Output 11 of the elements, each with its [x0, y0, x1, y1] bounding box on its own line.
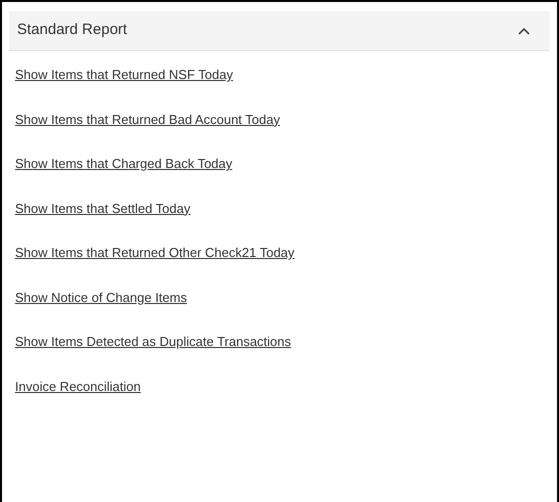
report-link[interactable]: Show Items that Charged Back Today — [15, 155, 232, 172]
panel-title: Standard Report — [17, 20, 128, 40]
report-link[interactable]: Show Items that Returned Bad Account Today — [15, 110, 280, 128]
report-link[interactable]: Show Items that Settled Today — [15, 200, 190, 216]
report-link[interactable]: Show Notice of Change Items — [15, 288, 187, 306]
report-link[interactable]: Invoice Reconciliation — [15, 378, 141, 394]
report-link[interactable]: Show Items that Returned Other Check21 Today — [15, 244, 294, 261]
panel-header[interactable]: Standard Report — [9, 11, 550, 51]
report-link[interactable]: Show Items Detected as Duplicate Transactions — [15, 333, 292, 350]
chevron-icon — [518, 26, 530, 34]
report-link[interactable]: Show Items that Returned NSF Today — [15, 66, 233, 83]
